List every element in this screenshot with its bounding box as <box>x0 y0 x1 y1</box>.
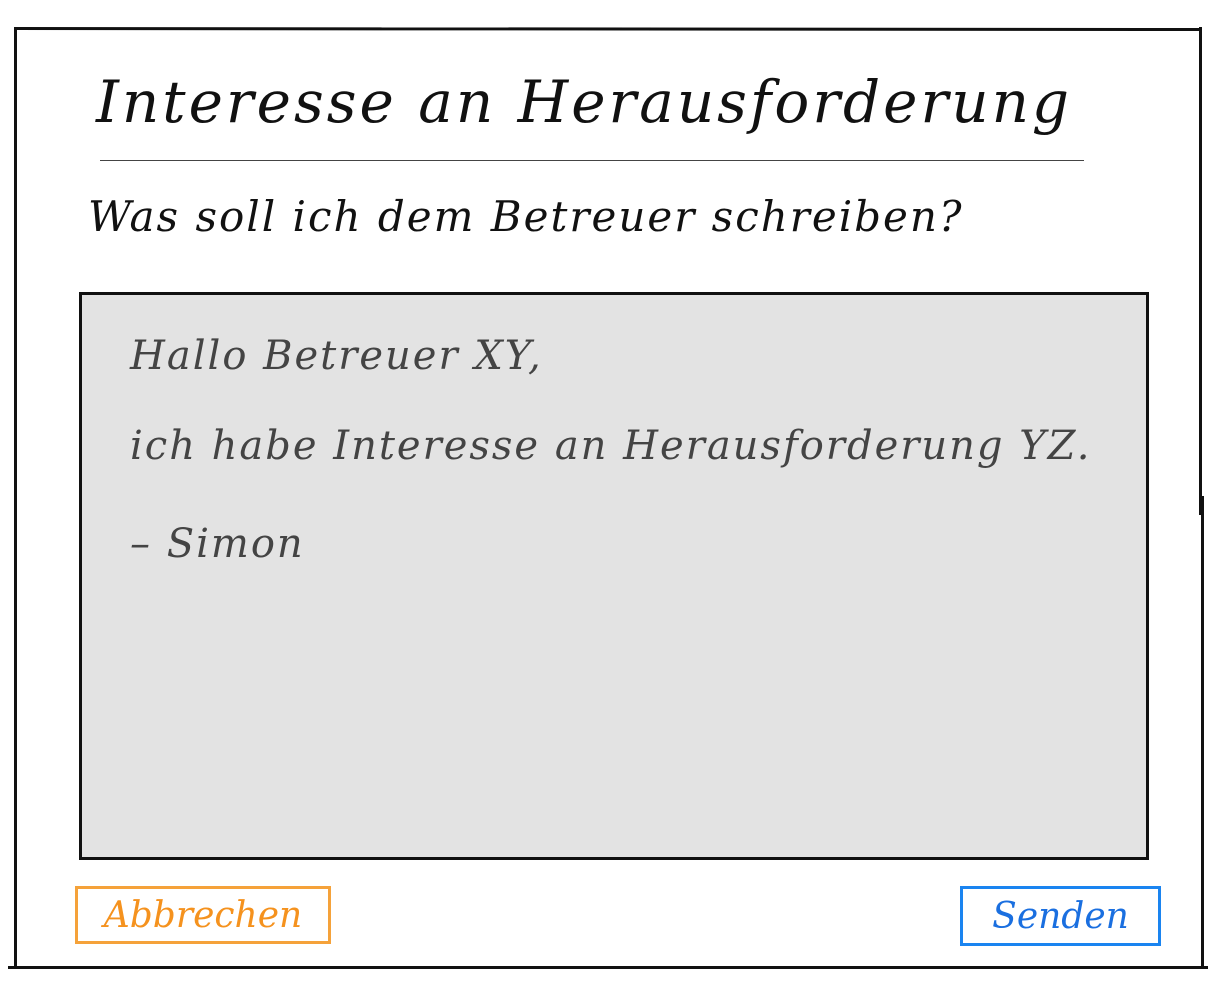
prompt-question: Was soll ich dem Betreuer schreiben? <box>88 192 964 241</box>
frame-bottom-border <box>8 966 1208 969</box>
frame-left-border <box>14 27 17 515</box>
send-button[interactable]: Senden <box>960 886 1161 946</box>
frame-right-border <box>1199 27 1202 515</box>
frame-right-border-lower <box>1201 496 1204 968</box>
frame-top-border <box>15 27 1203 32</box>
title-divider <box>100 160 1084 161</box>
message-body-line: ich habe Interesse an Herausforderung YZ… <box>130 423 1092 469</box>
frame-left-border-lower <box>14 496 17 968</box>
message-greeting-line: Hallo Betreuer XY, <box>130 333 543 379</box>
cancel-button[interactable]: Abbrechen <box>75 886 331 944</box>
message-textarea[interactable]: Hallo Betreuer XY, ich habe Interesse an… <box>79 292 1149 860</box>
message-signature-line: – Simon <box>130 521 305 567</box>
dialog-title: Interesse an Herausforderung <box>96 68 1073 136</box>
